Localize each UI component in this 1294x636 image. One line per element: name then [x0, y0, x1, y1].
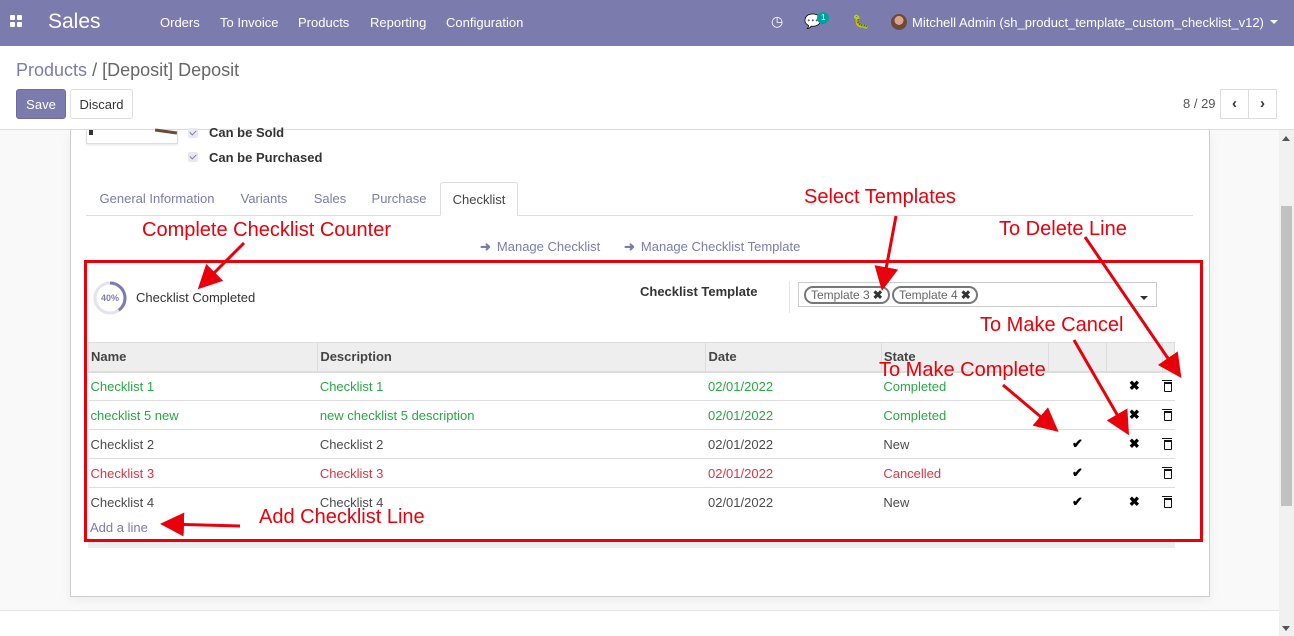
manage-template-label: Manage Checklist Template — [640, 239, 801, 254]
chat-count-badge: 1 — [817, 12, 830, 24]
can-be-sold-label: Can be Sold — [209, 125, 285, 140]
annotation-delete-line: To Delete Line — [999, 218, 1127, 240]
annotation-make-cancel: To Make Cancel — [980, 314, 1124, 336]
menu-to-invoice[interactable]: To Invoice — [220, 15, 279, 30]
can-be-purchased-label: Can be Purchased — [209, 150, 323, 165]
manage-checklist-label: Manage Checklist — [496, 239, 601, 254]
breadcrumb: Products / [Deposit] Deposit — [16, 60, 239, 81]
bottom-strip — [0, 610, 1279, 636]
breadcrumb-separator: / — [92, 60, 98, 80]
manage-checklist-link[interactable]: ➜ Manage Checklist — [480, 239, 600, 255]
can-be-sold-checkbox[interactable] — [188, 128, 198, 138]
tab-sales[interactable]: Sales — [306, 182, 354, 216]
save-button[interactable]: Save — [16, 89, 66, 119]
clock-icon[interactable]: ◷ — [771, 13, 783, 30]
user-dropdown-caret-icon[interactable] — [1270, 20, 1278, 24]
top-navbar: Sales Orders To Invoice Products Reporti… — [0, 0, 1294, 46]
bug-icon[interactable]: 🐛 — [852, 13, 869, 30]
scrollbar-thumb[interactable] — [1281, 206, 1292, 506]
tab-purchase[interactable]: Purchase — [364, 182, 434, 216]
pager-next-button[interactable]: › — [1248, 89, 1277, 119]
arrow-right-icon: ➜ — [624, 239, 635, 254]
breadcrumb-current: [Deposit] Deposit — [102, 60, 240, 80]
menu-configuration[interactable]: Configuration — [446, 15, 523, 30]
annotation-make-complete: To Make Complete — [879, 359, 1046, 381]
arrow-right-icon: ➜ — [480, 239, 491, 254]
can-be-purchased-checkbox[interactable] — [188, 152, 198, 162]
menu-products[interactable]: Products — [298, 15, 349, 30]
user-menu[interactable]: Mitchell Admin (sh_product_template_cust… — [912, 15, 1264, 30]
tab-checklist[interactable]: Checklist — [440, 182, 518, 216]
pager-previous-button[interactable]: ‹ — [1220, 89, 1249, 119]
annotation-counter: Complete Checklist Counter — [142, 219, 391, 241]
menu-reporting[interactable]: Reporting — [370, 15, 426, 30]
avatar[interactable] — [891, 14, 907, 30]
annotation-highlight-box — [84, 260, 1203, 542]
product-image[interactable] — [86, 130, 178, 144]
annotation-add-line: Add Checklist Line — [259, 506, 425, 528]
tab-general-information[interactable]: General Information — [92, 182, 222, 216]
breadcrumb-products[interactable]: Products — [16, 60, 87, 80]
apps-menu-icon[interactable] — [10, 15, 24, 29]
discard-button[interactable]: Discard — [70, 89, 133, 119]
scrollbar[interactable] — [1279, 130, 1294, 636]
annotation-select-templates: Select Templates — [804, 186, 956, 208]
notebook-tabs: General Information Variants Sales Purch… — [86, 182, 1193, 216]
tab-variants[interactable]: Variants — [232, 182, 296, 216]
menu-orders[interactable]: Orders — [160, 15, 200, 30]
app-name: Sales — [48, 10, 101, 33]
scroll-down-icon[interactable] — [1282, 626, 1290, 631]
scroll-up-icon[interactable] — [1282, 136, 1290, 141]
table-footer — [88, 541, 1175, 548]
control-panel: Products / [Deposit] Deposit Save Discar… — [0, 46, 1294, 130]
manage-template-link[interactable]: ➜ Manage Checklist Template — [624, 239, 800, 255]
pager-value: 8 / 29 — [1183, 96, 1216, 111]
